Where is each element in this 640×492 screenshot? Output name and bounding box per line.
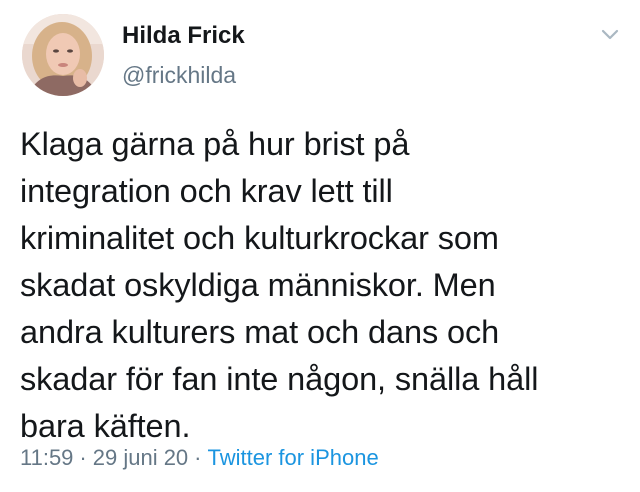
tweet-menu-button[interactable] — [598, 26, 622, 44]
meta-separator: · — [79, 445, 87, 470]
chevron-down-icon — [601, 29, 619, 40]
meta-separator: · — [194, 445, 202, 470]
tweet-date[interactable]: 29 juni 20 — [93, 445, 188, 470]
avatar[interactable] — [22, 14, 104, 96]
tweet-source-link[interactable]: Twitter for iPhone — [208, 445, 379, 470]
tweet-time[interactable]: 11:59 — [20, 445, 73, 470]
user-handle[interactable]: @frickhilda — [122, 62, 236, 89]
tweet-meta: 11:59 · 29 juni 20 · Twitter for iPhone — [20, 445, 379, 471]
profile-photo-icon — [22, 14, 104, 96]
tweet-card: Hilda Frick @frickhilda Klaga gärna på h… — [0, 0, 640, 492]
tweet-text: Klaga gärna på hur brist på integration … — [20, 126, 539, 444]
display-name[interactable]: Hilda Frick — [122, 22, 245, 50]
